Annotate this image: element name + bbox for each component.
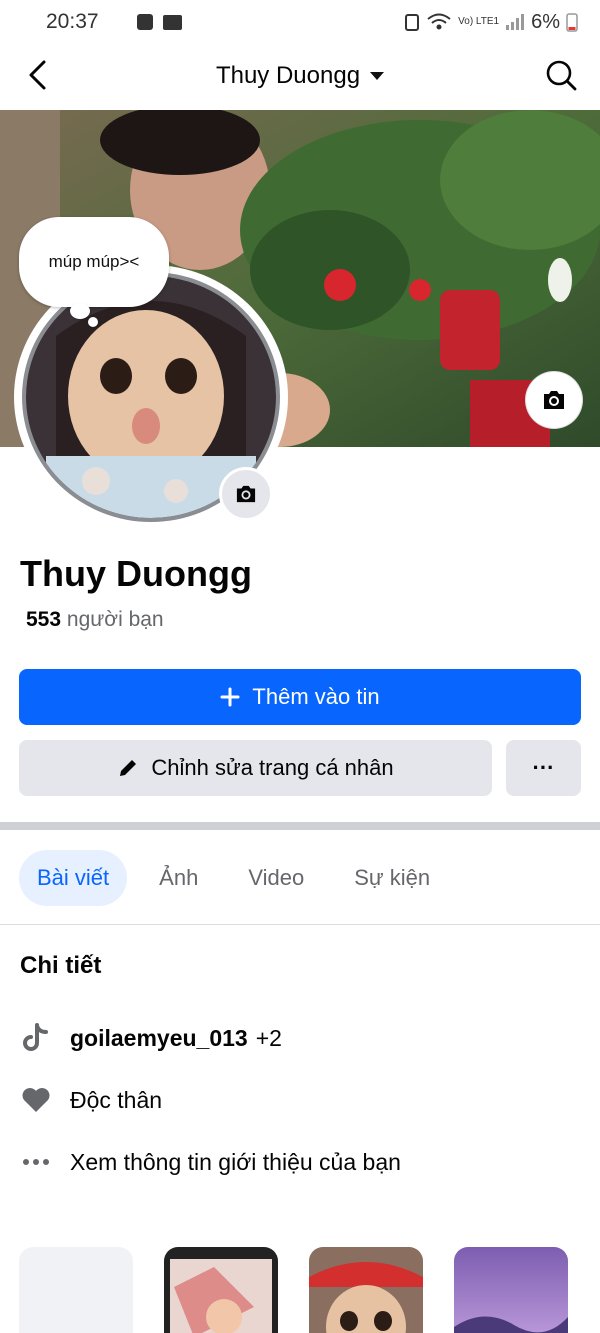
detail-relationship: Độc thân <box>20 1084 162 1116</box>
detail-see-intro[interactable]: Xem thông tin giới thiệu của bạn <box>20 1146 401 1178</box>
folder-notification-icon <box>162 14 182 30</box>
note-bubble[interactable]: múp múp>< <box>19 217 169 307</box>
more-options-button[interactable]: ··· <box>506 740 581 796</box>
featured-thumbnail[interactable] <box>164 1247 278 1333</box>
relationship-status: Độc thân <box>70 1086 163 1113</box>
recycle-icon <box>405 14 420 31</box>
tabs-divider <box>0 924 600 925</box>
more-dots-icon: ··· <box>532 755 555 780</box>
top-bar: Thuy Duongg <box>0 44 600 108</box>
featured-thumbnail[interactable] <box>454 1247 568 1333</box>
note-text: múp múp>< <box>48 252 140 271</box>
camera-icon <box>236 485 256 503</box>
note-bubble-tail <box>70 303 90 319</box>
status-bar: 20:37 Vo) LTE1 6% <box>0 0 600 44</box>
friend-count-number: 553 <box>26 608 62 631</box>
add-to-story-label: Thêm vào tin <box>252 684 380 709</box>
detail-tiktok[interactable]: goilaemyeu_013 +2 <box>20 1022 282 1054</box>
edit-profile-button[interactable]: Chỉnh sửa trang cá nhân <box>19 740 492 796</box>
featured-add-thumbnail[interactable] <box>19 1247 133 1333</box>
see-intro-label: Xem thông tin giới thiệu của bạn <box>70 1148 401 1175</box>
camera-icon <box>544 391 564 409</box>
tab-events[interactable]: Sự kiện <box>336 850 448 906</box>
battery-icon <box>566 13 578 32</box>
tiktok-extra: +2 <box>255 1024 282 1051</box>
featured-thumbnail[interactable] <box>309 1247 423 1333</box>
checkbox-notification-icon <box>136 14 153 30</box>
profile-switcher[interactable]: Thuy Duongg <box>215 62 385 90</box>
avatar-camera-button[interactable] <box>219 467 273 521</box>
signal-icon <box>506 14 525 30</box>
tab-videos[interactable]: Video <box>230 850 322 906</box>
tab-photos[interactable]: Ảnh <box>141 850 216 906</box>
chevron-down-icon <box>370 72 385 80</box>
battery-percent: 6% <box>531 10 560 33</box>
network-label: Vo) LTE1 <box>458 16 500 27</box>
section-divider <box>0 822 600 830</box>
page-title: Thuy Duongg <box>215 62 361 89</box>
more-dots-icon <box>20 1146 52 1178</box>
heart-icon <box>20 1084 52 1116</box>
cover-camera-button[interactable] <box>526 372 582 428</box>
back-arrow-icon[interactable] <box>22 58 56 92</box>
details-title: Chi tiết <box>20 952 102 979</box>
search-icon[interactable] <box>544 58 578 92</box>
note-bubble-tail-small <box>88 317 98 327</box>
tab-posts[interactable]: Bài viết <box>19 850 128 906</box>
friend-count-label: người bạn <box>66 608 164 631</box>
status-time: 20:37 <box>46 10 99 33</box>
tiktok-icon <box>20 1022 52 1054</box>
plus-icon <box>220 687 240 707</box>
edit-profile-label: Chỉnh sửa trang cá nhân <box>151 755 394 780</box>
add-to-story-button[interactable]: Thêm vào tin <box>19 669 581 725</box>
friend-count[interactable]: 553 người bạn <box>26 608 164 632</box>
profile-name: Thuy Duongg <box>20 553 252 594</box>
pencil-icon <box>120 760 137 776</box>
profile-tabs: Bài viết Ảnh Video Sự kiện <box>19 850 462 906</box>
featured-thumbnails <box>19 1247 568 1333</box>
wifi-icon <box>427 13 451 30</box>
tiktok-handle: goilaemyeu_013 <box>70 1024 248 1051</box>
